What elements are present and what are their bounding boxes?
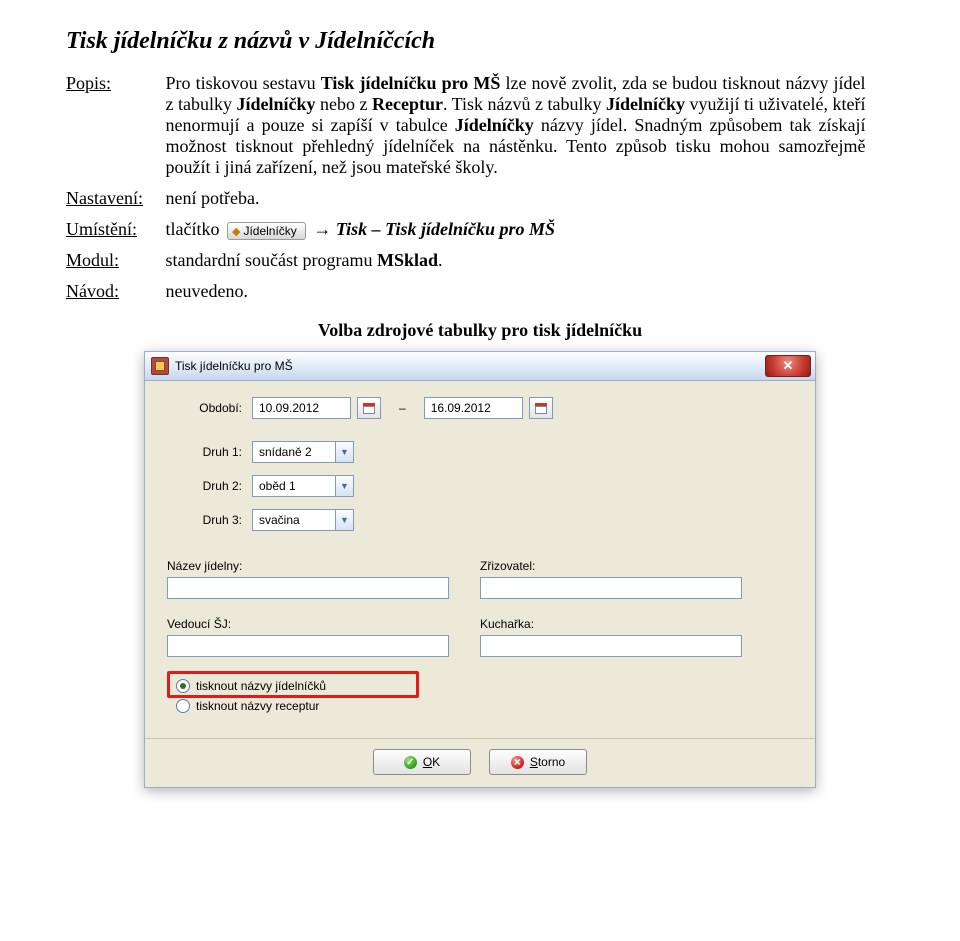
druh1-value: snídaně 2 [253, 445, 335, 459]
druh3-value: svačina [253, 513, 335, 527]
navod-value: neuvedeno. [166, 281, 248, 301]
t: standardní součást programu [166, 250, 377, 270]
modul-label: Modul: [66, 250, 161, 271]
vedouci-input[interactable] [167, 635, 449, 657]
chevron-down-icon: ▼ [335, 442, 353, 462]
storno-button[interactable]: Storno [489, 749, 587, 775]
figure-caption: Volba zdrojové tabulky pro tisk jídelníč… [66, 320, 894, 341]
calendar-icon [363, 403, 375, 414]
t: nebo z [316, 94, 373, 114]
t: → Tisk – Tisk jídelníčku pro MŠ [313, 219, 555, 239]
druh2-value: oběd 1 [253, 479, 335, 493]
source-radio-group: tisknout názvy jídelníčků [167, 671, 419, 698]
t: K [432, 755, 440, 769]
chevron-down-icon: ▼ [335, 476, 353, 496]
radio-receptury-label: tisknout názvy receptur [196, 699, 319, 713]
t: Receptur [372, 94, 443, 114]
t: . [438, 250, 443, 270]
print-dialog: Tisk jídelníčku pro MŠ ✕ Období: 10.09.2… [144, 351, 816, 788]
druh2-select[interactable]: oběd 1▼ [252, 475, 354, 497]
druh3-select[interactable]: svačina▼ [252, 509, 354, 531]
druh3-label: Druh 3: [167, 513, 242, 527]
dash: – [399, 401, 406, 415]
vedouci-label: Vedoucí ŠJ: [167, 617, 480, 631]
t: Tisk jídelníčku pro MŠ [321, 73, 501, 93]
page-title: Tisk jídelníčku z názvů v Jídelníčcích [66, 28, 894, 55]
modul-value: standardní součást programu MSklad. [166, 250, 443, 270]
dialog-title: Tisk jídelníčku pro MŠ [175, 359, 765, 373]
t: O [423, 755, 432, 769]
kucharka-input[interactable] [480, 635, 742, 657]
date-from-field[interactable]: 10.09.2012 [252, 397, 351, 419]
t: tlačítko [166, 219, 220, 239]
t: Jídelníčky [243, 224, 296, 238]
umisteni-value: tlačítko ◆Jídelníčky → Tisk – Tisk jídel… [166, 219, 556, 239]
radio-receptury[interactable] [176, 699, 190, 713]
calendar-to-button[interactable] [529, 397, 553, 419]
close-button[interactable]: ✕ [765, 355, 811, 377]
jidelnicky-nav-button: ◆Jídelníčky [227, 222, 306, 240]
ok-label: OK [423, 755, 440, 769]
nastaveni-value: není potřeba. [166, 188, 260, 208]
zrizovatel-input[interactable] [480, 577, 742, 599]
t: Pro tiskovou sestavu [166, 73, 321, 93]
ok-button[interactable]: OK [373, 749, 471, 775]
radio-jidelnicky[interactable] [176, 679, 190, 693]
umisteni-label: Umístění: [66, 219, 161, 240]
druh2-label: Druh 2: [167, 479, 242, 493]
date-to-field[interactable]: 16.09.2012 [424, 397, 523, 419]
kucharka-label: Kuchařka: [480, 617, 793, 631]
period-label: Období: [167, 401, 242, 415]
popis-text: Pro tiskovou sestavu Tisk jídelníčku pro… [166, 73, 866, 178]
app-icon [151, 357, 169, 375]
nastaveni-label: Nastavení: [66, 188, 161, 209]
druh1-label: Druh 1: [167, 445, 242, 459]
cancel-icon [511, 756, 524, 769]
t: Jídelníčky [237, 94, 316, 114]
t: Jídelníčky [606, 94, 685, 114]
navod-label: Návod: [66, 281, 161, 302]
calendar-from-button[interactable] [357, 397, 381, 419]
t: → Tisk – Tisk jídelníčku pro MŠ [313, 219, 555, 239]
radio-jidelnicky-label: tisknout názvy jídelníčků [196, 679, 326, 693]
nazev-jidelny-input[interactable] [167, 577, 449, 599]
chevron-down-icon: ▼ [335, 510, 353, 530]
storno-label: Storno [530, 755, 565, 769]
t: MSklad [377, 250, 438, 270]
check-icon [404, 756, 417, 769]
t: torno [538, 755, 565, 769]
druh1-select[interactable]: snídaně 2▼ [252, 441, 354, 463]
dialog-titlebar: Tisk jídelníčku pro MŠ ✕ [145, 352, 815, 381]
zrizovatel-label: Zřizovatel: [480, 559, 793, 573]
nazev-jidelny-label: Název jídelny: [167, 559, 480, 573]
t: S [530, 755, 538, 769]
calendar-icon [535, 403, 547, 414]
t: . Tisk názvů z tabulky [443, 94, 606, 114]
t: Jídelníčky [455, 115, 534, 135]
popis-label: Popis: [66, 73, 161, 94]
